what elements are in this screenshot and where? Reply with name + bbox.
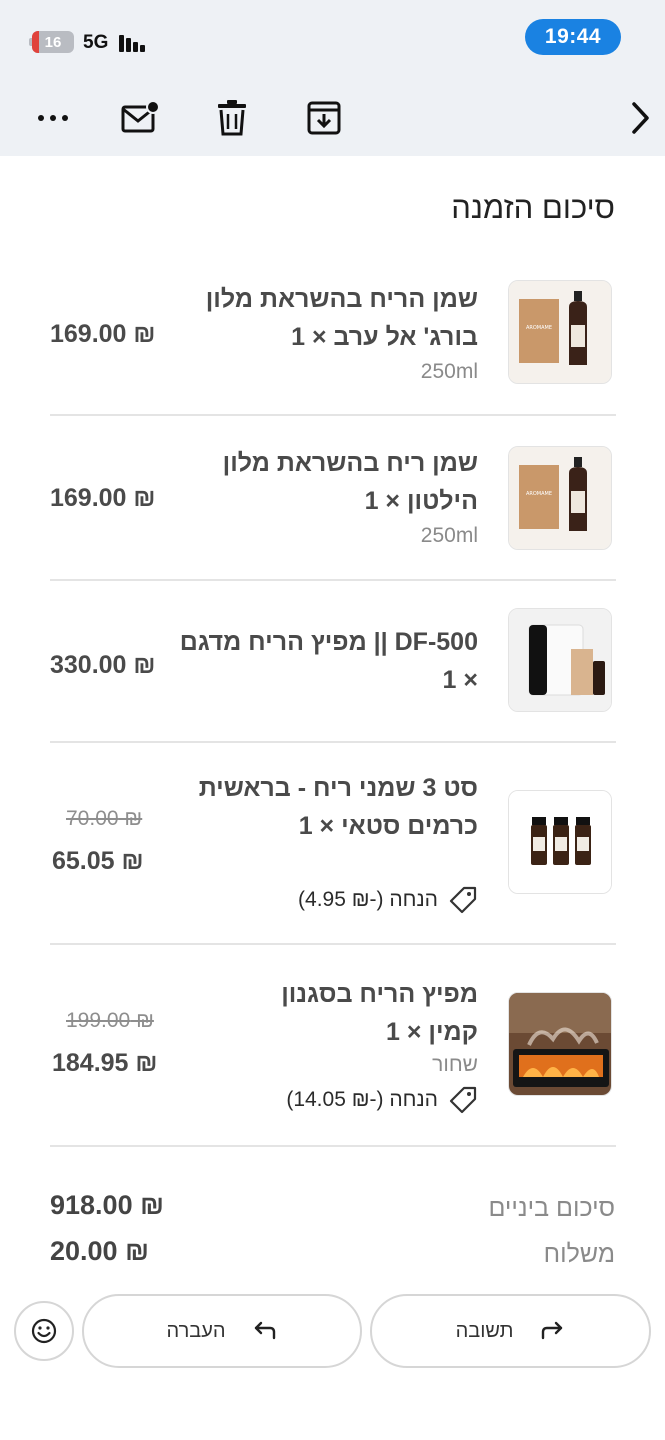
item-price: ₪ 65.05 [52,847,144,875]
battery-indicator: 16 [32,31,74,53]
mark-unread-button[interactable] [118,96,162,140]
forward-label: העברה [166,1319,226,1342]
svg-text:AROMAME: AROMAME [526,325,552,331]
item-price: ₪ 330.00 [50,651,156,679]
item-variant: 250ml [420,524,478,547]
tag-icon [449,1086,477,1114]
product-image [508,790,612,894]
shipping-label: משלוח [543,1240,615,1268]
trash-icon [218,100,246,136]
order-item: AROMAME שמן הריח בהשראת מלון בורג' אל ער… [50,262,616,416]
status-time[interactable]: 19:44 [525,19,621,55]
mail-toolbar [0,78,665,156]
order-item: סט 3 שמני ריח - בראשית כרמים סטאי × 1 ₪ … [50,743,616,945]
item-old-price: ₪ 199.00 [66,1009,154,1032]
discount-label: הנחה (-₪ 14.05) [286,1088,438,1111]
item-name: סט 3 שמני ריח - בראשית כרמים סטאי × 1 [198,774,478,840]
back-chevron-icon [632,102,649,134]
mark-unread-icon [121,101,160,133]
product-image: AROMAME [508,280,612,384]
svg-text:AROMAME: AROMAME [526,491,552,497]
item-name: מפיץ הריח בסגנון קמין × 1 [281,980,478,1046]
product-image [508,608,612,712]
item-old-price: ₪ 70.00 [66,807,143,830]
reaction-button[interactable] [14,1301,74,1361]
more-icon [38,115,68,121]
item-price: ₪ 184.95 [52,1049,158,1077]
order-item: DF-500 || מפיץ הריח מדגם × 1 ₪ 330.00 [50,581,616,743]
product-image [508,992,612,1096]
archive-button[interactable] [302,96,346,140]
divider [50,1145,616,1147]
forward-arrow-icon [254,1321,275,1340]
subtotal-label: סיכום ביניים [488,1194,615,1222]
archive-icon [307,101,341,135]
smiley-icon [31,1318,57,1344]
discount-label: הנחה (-₪ 4.95) [298,888,438,911]
battery-level: 16 [44,33,62,51]
signal-icon [119,32,153,52]
item-discount: הנחה (-₪ 4.95) [298,885,478,915]
item-variant: 250ml [420,360,478,383]
network-type: 5G [83,32,109,53]
item-discount: הנחה (-₪ 14.05) [286,1085,478,1115]
back-button[interactable] [618,96,662,140]
reply-label: תשובה [455,1319,514,1342]
item-variant: שחור [432,1053,478,1076]
item-price: ₪ 169.00 [50,320,156,348]
delete-button[interactable] [210,96,254,140]
subtotal-value: ₪ 918.00 [50,1190,164,1220]
item-name: שמן הריח בהשראת מלון בורג' אל ערב × 1 [205,285,478,351]
reply-button[interactable]: תשובה [370,1294,651,1368]
reply-arrow-icon [542,1321,563,1340]
item-name: DF-500 || מפיץ הריח מדגם × 1 [179,628,478,694]
item-price: ₪ 169.00 [50,484,156,512]
battery-fill [32,31,39,53]
status-bar: 16 5G 19:44 [0,0,665,78]
order-item: AROMAME שמן ריח בהשראת מלון הילטון × 1 2… [50,416,616,581]
order-summary-title: סיכום הזמנה [451,190,615,225]
more-button[interactable] [31,96,75,140]
forward-button[interactable]: העברה [82,1294,362,1368]
shipping-value: ₪ 20.00 [50,1236,149,1266]
order-item: מפיץ הריח בסגנון קמין × 1 שחור ₪ 199.00 … [50,945,616,1147]
item-name: שמן ריח בהשראת מלון הילטון × 1 [222,449,478,515]
product-image: AROMAME [508,446,612,550]
tag-icon [449,886,477,914]
